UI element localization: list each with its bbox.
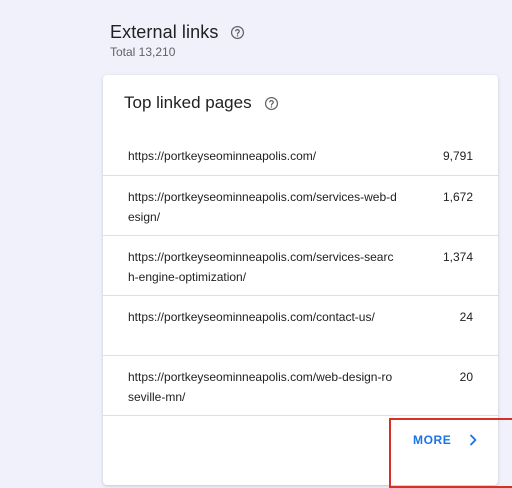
table-row[interactable]: https://portkeyseominneapolis.com/servic… [103,236,498,296]
top-linked-pages-title: Top linked pages [124,93,252,112]
external-links-total: Total 13,210 [110,45,176,59]
link-count: 20 [459,370,473,384]
external-links-title: External links [110,22,219,42]
page-url[interactable]: https://portkeyseominneapolis.com/web-de… [128,367,398,407]
table-row[interactable]: https://portkeyseominneapolis.com/contac… [103,296,498,356]
table-row[interactable]: https://portkeyseominneapolis.com/servic… [103,176,498,236]
help-icon[interactable] [230,25,245,40]
table-row[interactable]: https://portkeyseominneapolis.com/web-de… [103,356,498,416]
link-count: 1,672 [442,190,473,204]
external-links-title-row: External links [110,22,245,43]
external-links-header: External links Total 13,210 [110,22,245,59]
highlight-box [389,418,512,488]
page-url[interactable]: https://portkeyseominneapolis.com/contac… [128,307,398,327]
link-count: 9,791 [442,149,473,163]
page-url[interactable]: https://portkeyseominneapolis.com/ [128,146,398,166]
table-row[interactable]: https://portkeyseominneapolis.com/ 9,791 [103,135,498,176]
page-url[interactable]: https://portkeyseominneapolis.com/servic… [128,187,398,227]
card-title-row: Top linked pages [124,93,279,113]
help-icon[interactable] [264,96,279,111]
link-count: 1,374 [442,250,473,264]
link-count: 24 [459,310,473,324]
linked-pages-table: https://portkeyseominneapolis.com/ 9,791… [103,135,498,416]
page-url[interactable]: https://portkeyseominneapolis.com/servic… [128,247,398,287]
